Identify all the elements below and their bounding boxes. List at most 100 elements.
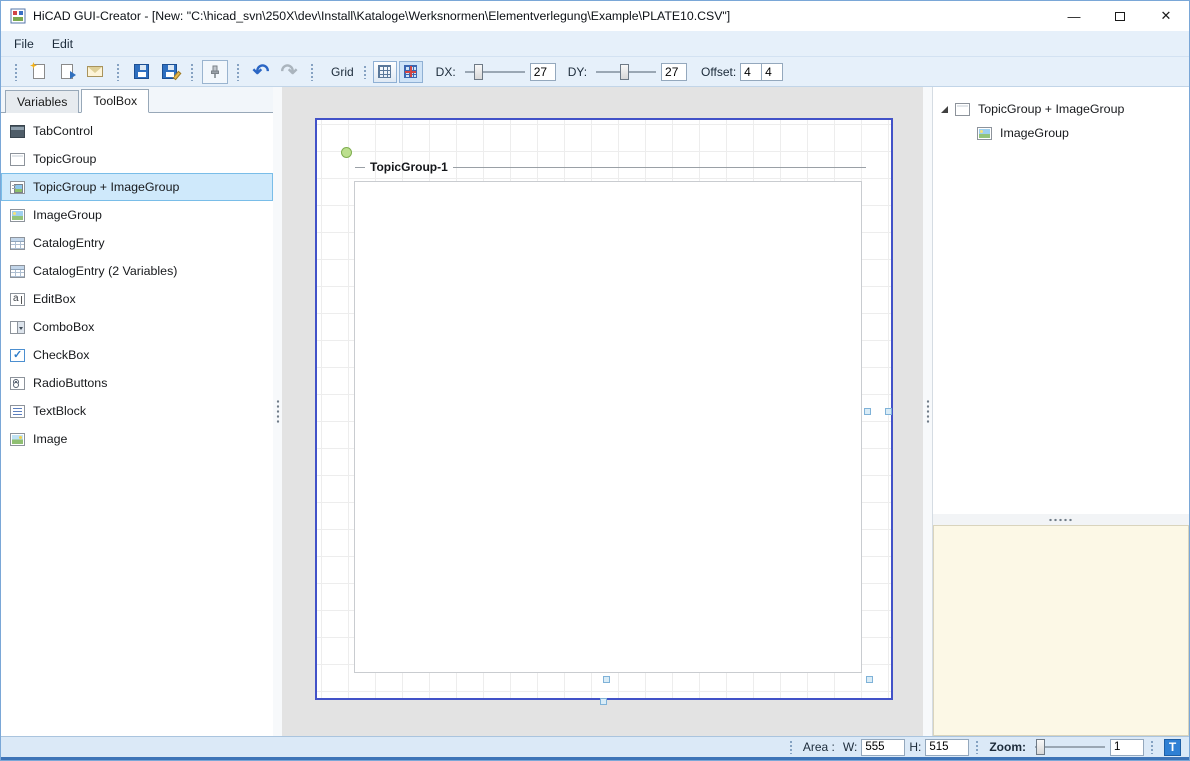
- window-controls: — ✕: [1051, 1, 1189, 31]
- toolbox-item-combobox[interactable]: ComboBox: [1, 313, 273, 341]
- toolbox-item-checkbox[interactable]: CheckBox: [1, 341, 273, 369]
- toolbox-item-label: TabControl: [33, 124, 93, 138]
- dx-input[interactable]: [530, 63, 556, 81]
- save-button[interactable]: [128, 60, 154, 84]
- area-label: Area :: [803, 740, 835, 754]
- dx-slider-thumb[interactable]: [474, 64, 483, 80]
- pin-toggle-button[interactable]: [202, 60, 228, 84]
- tree-expander-icon[interactable]: [941, 106, 948, 113]
- left-tabstrip: Variables ToolBox: [1, 87, 273, 113]
- toolbox-item-label: TextBlock: [33, 404, 86, 418]
- toolbox-item-editbox[interactable]: EditBox: [1, 285, 273, 313]
- left-panel: Variables ToolBox TabControl TopicGroup …: [1, 87, 273, 736]
- toolbox-item-label: CatalogEntry (2 Variables): [33, 264, 177, 278]
- title-bar: HiCAD GUI-Creator - [New: "C:\hicad_svn\…: [1, 1, 1189, 31]
- right-splitter[interactable]: [923, 87, 932, 736]
- width-input[interactable]: [861, 739, 905, 756]
- height-input[interactable]: [925, 739, 969, 756]
- toolbox-item-imagegroup[interactable]: ImageGroup: [1, 201, 273, 229]
- radiobuttons-icon: [10, 377, 25, 390]
- left-splitter[interactable]: [273, 87, 282, 736]
- offset-x-input[interactable]: [740, 63, 762, 81]
- toolbox-item-label: TopicGroup + ImageGroup: [33, 180, 179, 194]
- undo-icon: ↶: [253, 62, 270, 82]
- zoom-input[interactable]: [1110, 739, 1144, 756]
- combobox-icon: [10, 321, 25, 334]
- grid-label: Grid: [331, 65, 354, 79]
- toolbox-item-textblock[interactable]: TextBlock: [1, 397, 273, 425]
- resize-handle[interactable]: [864, 408, 871, 415]
- tab-toolbox[interactable]: ToolBox: [81, 89, 149, 113]
- dx-label: DX:: [436, 65, 456, 79]
- resize-handle[interactable]: [866, 676, 873, 683]
- status-bar: Area : W: H: Zoom: T: [1, 736, 1189, 760]
- toolbox-item-catalogentry[interactable]: CatalogEntry: [1, 229, 273, 257]
- dy-input[interactable]: [661, 63, 687, 81]
- toolbox-item-label: CatalogEntry: [33, 236, 105, 250]
- undo-button[interactable]: ↶: [248, 60, 274, 84]
- type-toggle-button[interactable]: T: [1164, 739, 1181, 756]
- dy-slider-thumb[interactable]: [620, 64, 629, 80]
- tree-item-imagegroup[interactable]: ImageGroup: [933, 121, 1189, 145]
- imagegroup-icon: [10, 209, 25, 222]
- tab-variables[interactable]: Variables: [5, 90, 79, 113]
- minimize-button[interactable]: —: [1051, 1, 1097, 31]
- menu-edit[interactable]: Edit: [43, 33, 82, 55]
- save-as-button[interactable]: [156, 60, 182, 84]
- resize-handle[interactable]: [603, 676, 610, 683]
- dx-slider[interactable]: [463, 63, 527, 81]
- toolbox-item-label: TopicGroup: [33, 152, 96, 166]
- grid-snap-button[interactable]: [399, 61, 423, 83]
- toolbar-separator: [190, 63, 194, 81]
- tree-item-label: TopicGroup + ImageGroup: [978, 102, 1124, 116]
- toolbox-item-label: ImageGroup: [33, 208, 102, 222]
- maximize-button[interactable]: [1097, 1, 1143, 31]
- toolbox-item-topicgroup[interactable]: TopicGroup: [1, 145, 273, 173]
- menu-file[interactable]: File: [5, 33, 43, 55]
- preview-panel: [933, 525, 1189, 736]
- groupbox-border: [355, 167, 365, 168]
- toolbox-item-label: EditBox: [33, 292, 76, 306]
- toolbox-item-image[interactable]: Image: [1, 425, 273, 453]
- toolbox-list: TabControl TopicGroup TopicGroup + Image…: [1, 113, 273, 736]
- grid-show-button[interactable]: [373, 61, 397, 83]
- open-file-icon: [61, 64, 73, 79]
- toolbox-item-topicgroup-imagegroup[interactable]: TopicGroup + ImageGroup: [1, 173, 273, 201]
- imagegroup-element[interactable]: [354, 181, 862, 673]
- tree-item-label: ImageGroup: [1000, 126, 1069, 140]
- statusbar-separator: [975, 740, 979, 754]
- textblock-icon: [10, 405, 25, 418]
- maximize-icon: [1115, 12, 1125, 21]
- resize-handle[interactable]: [600, 698, 607, 705]
- zoom-slider-thumb[interactable]: [1036, 739, 1045, 755]
- offset-y-input[interactable]: [761, 63, 783, 81]
- zoom-label: Zoom:: [989, 740, 1026, 754]
- resize-handle[interactable]: [885, 408, 892, 415]
- pin-icon: [207, 64, 223, 80]
- grid-icon: [378, 65, 391, 78]
- close-button[interactable]: ✕: [1143, 1, 1189, 31]
- toolbar-grip: [14, 63, 18, 81]
- tree-item-topicgroup-imagegroup[interactable]: TopicGroup + ImageGroup: [933, 97, 1189, 121]
- toolbox-item-label: RadioButtons: [33, 376, 107, 390]
- statusbar-separator: [789, 740, 793, 754]
- groupbox-topicgroup-1[interactable]: TopicGroup-1: [355, 160, 866, 174]
- dy-slider[interactable]: [594, 63, 658, 81]
- statusbar-separator: [1150, 740, 1154, 754]
- horizontal-splitter[interactable]: [933, 514, 1189, 525]
- redo-button[interactable]: ↷: [276, 60, 302, 84]
- toolbox-item-radiobuttons[interactable]: RadioButtons: [1, 369, 273, 397]
- anchor-handle[interactable]: [341, 147, 352, 158]
- zoom-slider[interactable]: [1033, 738, 1107, 756]
- toolbox-item-catalogentry-2[interactable]: CatalogEntry (2 Variables): [1, 257, 273, 285]
- menu-bar: File Edit: [1, 31, 1189, 56]
- toolbar-separator: [310, 63, 314, 81]
- design-surface[interactable]: TopicGroup-1: [315, 118, 893, 700]
- canvas-background: TopicGroup-1: [282, 87, 923, 736]
- toolbox-item-tabcontrol[interactable]: TabControl: [1, 117, 273, 145]
- open-file-button[interactable]: [54, 60, 80, 84]
- load-template-button[interactable]: [82, 60, 108, 84]
- new-file-button[interactable]: [26, 60, 52, 84]
- app-icon: [10, 8, 26, 24]
- offset-label: Offset:: [701, 65, 736, 79]
